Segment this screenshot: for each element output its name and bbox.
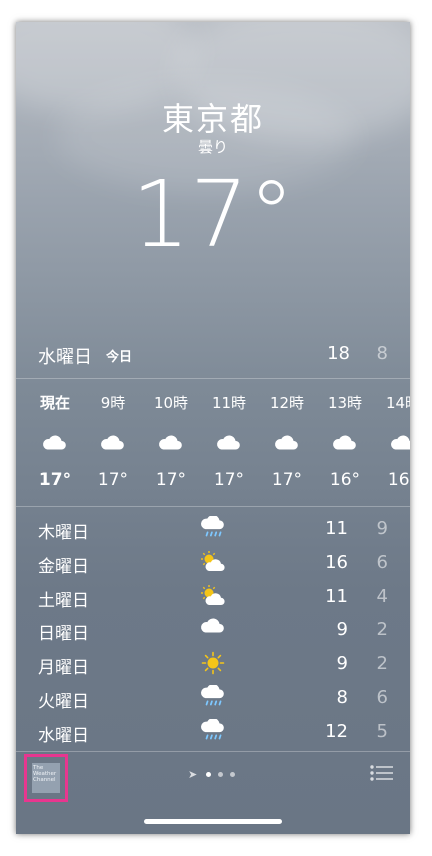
day-high: 8 — [336, 686, 348, 708]
hourly-item: 11時 17° — [200, 380, 258, 506]
daily-row: 木曜日 11 9 — [38, 512, 388, 546]
partly-sunny-icon — [200, 550, 226, 574]
list-menu-icon[interactable] — [370, 764, 394, 782]
weather-screen: 東京都 曇り 17° 水曜日 今日 18 8 現在 17° 9時 17° 10時 17° 1… — [16, 22, 410, 834]
hour-temperature: 16° — [329, 470, 361, 490]
day-low: 6 — [376, 551, 388, 573]
hourly-item: 13時 16° — [316, 380, 374, 506]
day-low: 2 — [376, 653, 388, 675]
daily-row: 日曜日 9 2 — [38, 613, 388, 647]
hourly-item: 14時 16° — [374, 380, 410, 506]
cloud-icon — [100, 434, 126, 452]
divider — [16, 506, 410, 507]
rain-cloud-icon — [200, 684, 226, 709]
hour-label: 13時 — [327, 394, 363, 412]
home-indicator[interactable] — [144, 819, 282, 824]
day-low: 9 — [376, 518, 388, 539]
day-high: 12 — [325, 720, 348, 742]
day-name: 日曜日 — [38, 624, 89, 645]
bottom-toolbar: The Weather Channel ➤ — [16, 754, 410, 834]
day-low: 4 — [376, 585, 388, 607]
hourly-forecast[interactable]: 現在 17° 9時 17° 10時 17° 11時 17° 12時 17° 13時 16° 14時 16° — [16, 380, 410, 506]
day-high: 11 — [325, 585, 348, 607]
daily-forecast[interactable]: 木曜日 11 9 金曜日 16 6 土曜日 11 4 日曜日 9 2 月曜日 9 2 火曜日 8 6 水曜日 12 5 — [38, 512, 388, 749]
day-name: 火曜日 — [38, 691, 89, 712]
cloud-icon — [158, 434, 184, 452]
cloud-icon — [200, 617, 226, 641]
current-temperature: 17° — [131, 161, 295, 268]
today-tag: 今日 — [106, 350, 133, 365]
daily-row: 月曜日 9 2 — [38, 647, 388, 681]
rain-cloud-icon — [200, 515, 226, 540]
hour-temperature: 17° — [38, 470, 72, 490]
day-name: 木曜日 — [38, 523, 89, 543]
day-name: 月曜日 — [38, 658, 89, 679]
day-high: 9 — [336, 653, 348, 675]
hour-label: 9時 — [100, 394, 126, 412]
city-name: 東京都 — [161, 100, 264, 138]
page-dot — [230, 772, 235, 777]
hour-label: 11時 — [211, 394, 247, 412]
divider — [16, 751, 410, 752]
day-high: 9 — [336, 619, 348, 641]
location-arrow-icon: ➤ — [188, 768, 198, 781]
weather-condition: 曇り — [197, 138, 228, 156]
day-high: 16 — [325, 551, 348, 573]
hour-label: 14時 — [385, 394, 410, 412]
daily-row: 火曜日 8 6 — [38, 681, 388, 715]
cloud-icon — [274, 434, 300, 452]
cloud-icon — [42, 434, 68, 452]
rain-cloud-icon — [200, 717, 226, 743]
page-dot-active — [206, 772, 211, 777]
daily-row: 金曜日 16 6 — [38, 546, 388, 580]
weather-channel-link[interactable]: The Weather Channel — [24, 754, 68, 802]
hour-temperature: 17° — [155, 470, 187, 490]
weather-channel-logo: The Weather Channel — [32, 763, 60, 793]
cloud-icon — [390, 434, 410, 452]
hour-label: 現在 — [39, 394, 70, 412]
daily-row: 土曜日 11 4 — [38, 580, 388, 614]
hourly-item: 9時 17° — [84, 380, 142, 506]
today-summary: 水曜日 今日 18 8 — [38, 340, 388, 370]
hour-label: 10時 — [153, 394, 189, 412]
day-name: 土曜日 — [38, 590, 89, 611]
hourly-item: 10時 17° — [142, 380, 200, 506]
cloud-icon — [332, 434, 358, 452]
partly-sunny-icon — [200, 584, 226, 608]
page-indicator[interactable]: ➤ — [188, 768, 248, 781]
hourly-item: 12時 17° — [258, 380, 316, 506]
day-low: 5 — [376, 720, 388, 742]
day-high: 11 — [325, 518, 348, 539]
page-dot — [218, 772, 223, 777]
daily-row: 水曜日 12 5 — [38, 715, 388, 749]
sun-icon — [200, 651, 226, 675]
hour-label: 12時 — [269, 394, 305, 412]
day-name: 金曜日 — [38, 556, 89, 577]
today-day: 水曜日 — [38, 347, 92, 368]
hour-temperature: 17° — [213, 470, 245, 490]
cloud-icon — [216, 434, 242, 452]
today-high: 18 — [327, 343, 350, 364]
today-low: 8 — [376, 343, 388, 364]
day-name: 水曜日 — [38, 725, 89, 746]
hour-temperature: 17° — [97, 470, 129, 490]
hour-temperature: 16° — [387, 470, 410, 490]
day-low: 2 — [376, 619, 388, 641]
divider — [16, 378, 410, 379]
hour-temperature: 17° — [271, 470, 303, 490]
day-low: 6 — [376, 686, 388, 708]
hourly-item: 現在 17° — [26, 380, 84, 506]
